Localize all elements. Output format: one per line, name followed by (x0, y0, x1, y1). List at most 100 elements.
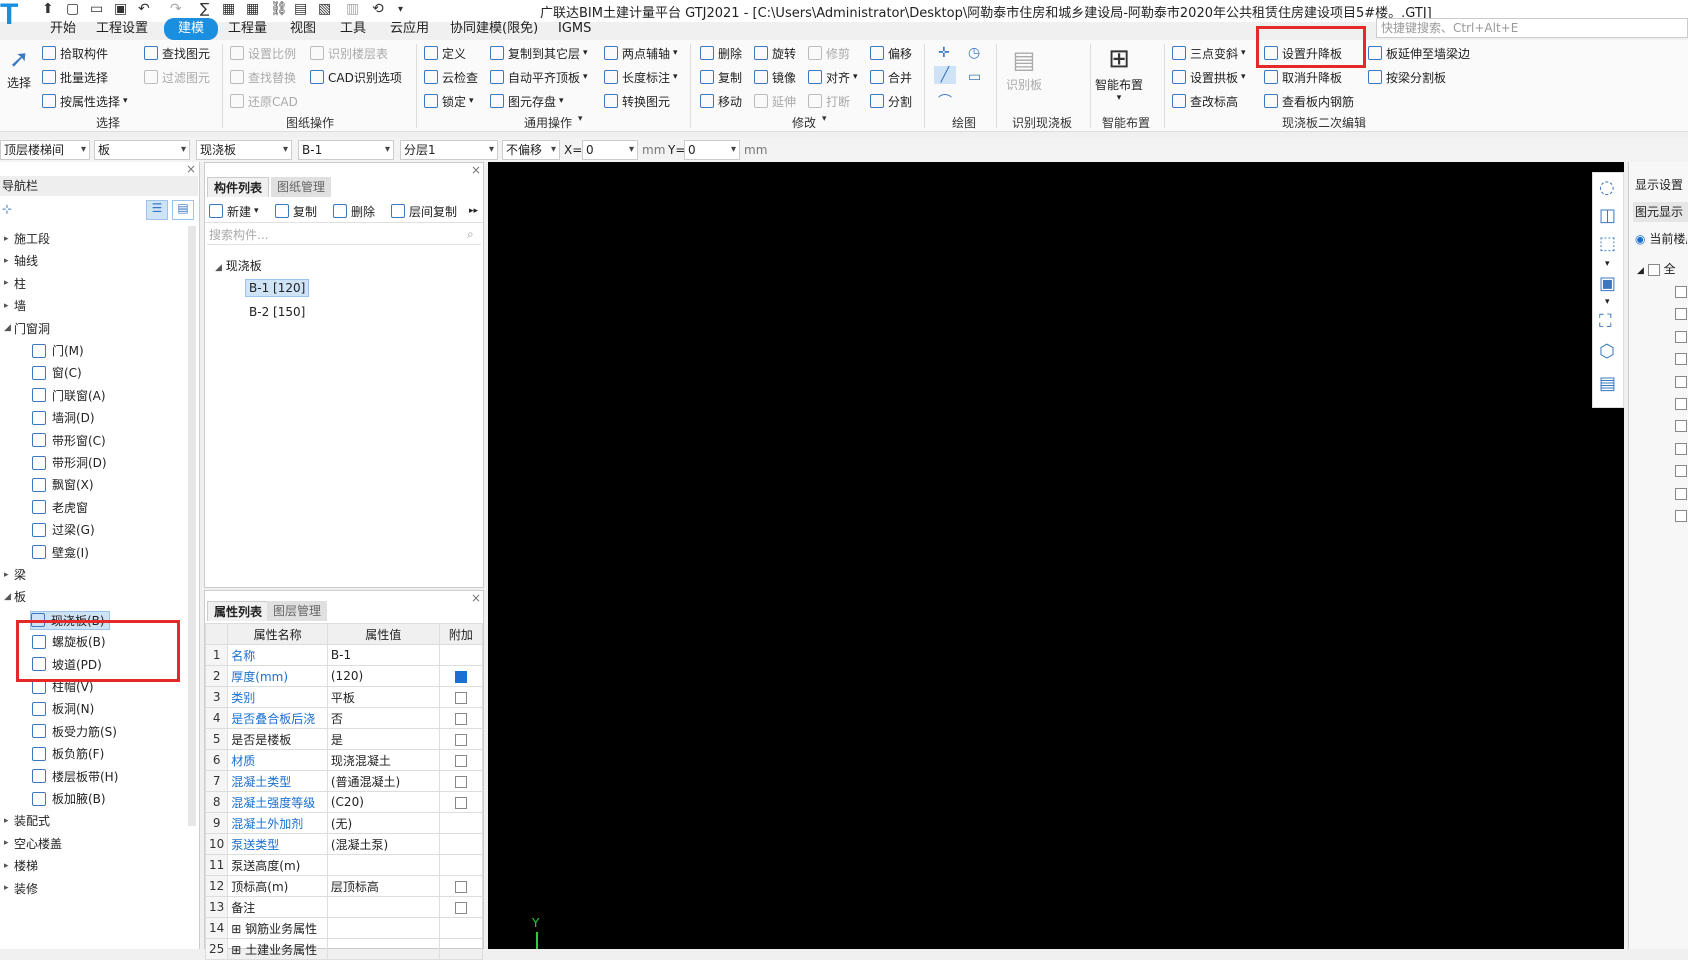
component-search-input[interactable]: 搜索构件... (207, 225, 481, 245)
trim-button[interactable]: 修剪 (808, 44, 850, 62)
nav-scrollbar[interactable] (188, 226, 196, 826)
component-item-b1[interactable]: B-1 [120] (245, 279, 310, 297)
convert-element-button[interactable]: 转换图元 (604, 92, 670, 110)
cancel-raise-lower-button[interactable]: 取消升降板 (1264, 68, 1342, 86)
checkbox-icon[interactable] (1675, 420, 1687, 433)
chevron-right-icon[interactable]: ▸ (4, 256, 14, 266)
restore-cad-button[interactable]: 还原CAD (230, 92, 298, 110)
3d-view-icon[interactable]: ◫ (1599, 205, 1616, 226)
property-value[interactable]: (120) (326, 665, 440, 687)
nav-item[interactable]: 过梁(G) (32, 521, 95, 538)
tab-element-display[interactable]: 图元显示 (1633, 202, 1688, 222)
checkbox-icon[interactable] (454, 796, 467, 809)
find-element-button[interactable]: 查找图元 (144, 44, 210, 62)
settings-list-icon[interactable]: ▤ (1599, 373, 1616, 394)
drawing-canvas[interactable]: Y (488, 162, 1624, 949)
circle-draw-icon[interactable]: ◷ (968, 44, 980, 62)
mirror-button[interactable]: 镜像 (754, 68, 796, 86)
checkbox-icon[interactable] (454, 733, 467, 746)
pick-component-button[interactable]: 拾取构件 (42, 44, 108, 62)
close-icon[interactable]: × (471, 163, 481, 177)
property-value[interactable] (326, 896, 440, 918)
shortcut-search-input[interactable]: 快捷键搜索、Ctrl+Alt+E (1376, 18, 1688, 38)
merge-button[interactable]: 合并 (870, 68, 912, 86)
tab-property-list[interactable]: 属性列表 (207, 601, 270, 621)
smart-layout-button[interactable]: ⊞ 智能布置 ▾ (1094, 42, 1144, 103)
floor-select[interactable]: 顶层楼梯间 (0, 140, 90, 160)
grid-icon[interactable]: ▦ (222, 1, 235, 17)
property-value[interactable] (326, 854, 440, 876)
arc-draw-icon[interactable]: ⌒ (938, 92, 952, 110)
chevron-down-icon[interactable]: ▾ (578, 114, 583, 124)
checkbox-icon[interactable] (1675, 286, 1687, 298)
property-value[interactable]: (C20) (326, 791, 440, 813)
checkbox-icon[interactable] (1675, 308, 1687, 321)
rotate-button[interactable]: 旋转 (754, 44, 796, 62)
expand-icon[interactable]: ⊞ (231, 922, 245, 936)
fit-screen-icon[interactable]: ⛶ (1599, 311, 1612, 332)
checkbox-icon[interactable] (1675, 510, 1687, 522)
search-icon[interactable]: ⌕ (467, 227, 474, 242)
checkbox-icon[interactable] (454, 691, 467, 704)
layer-copy-button[interactable]: 层间复制 (391, 202, 457, 220)
checkbox-icon[interactable] (1675, 442, 1687, 455)
folder-icon[interactable]: ▭ (90, 1, 103, 17)
nav-item[interactable]: 门(M) (32, 342, 84, 359)
checkbox-icon[interactable] (454, 670, 467, 683)
expand-icon[interactable]: ⊞ (231, 943, 245, 957)
tab-collab[interactable]: 协同建模(限免) (450, 18, 538, 40)
cad-options-button[interactable]: CAD识别选项 (310, 68, 402, 86)
two-point-axis-button[interactable]: 两点辅轴 ▾ (604, 44, 678, 62)
slab-extend-button[interactable]: 板延伸至墙梁边 (1368, 44, 1470, 62)
property-value[interactable]: (混凝土泵) (326, 833, 440, 855)
chevron-right-icon[interactable]: ▸ (4, 301, 14, 311)
cloud-check-button[interactable]: 云检查 (424, 68, 478, 86)
nav-item[interactable]: ◢ 板 (4, 588, 26, 605)
open-icon[interactable]: ⬆ (42, 1, 54, 17)
copy-button[interactable]: 复制 (700, 68, 742, 86)
nav-item[interactable]: 门联窗(A) (32, 387, 106, 404)
align-button[interactable]: 对齐 ▾ (808, 68, 858, 86)
more-icon[interactable]: ▸▸ (469, 202, 478, 220)
set-arch-slab-button[interactable]: 设置拱板 ▾ (1172, 68, 1246, 86)
checkbox-icon[interactable] (1675, 330, 1687, 343)
table-row[interactable]: 5 是否是楼板 是 (204, 728, 484, 750)
table-row[interactable]: 3 类别 平板 (204, 686, 484, 708)
break-button[interactable]: 打断 (808, 92, 850, 110)
property-value[interactable] (326, 917, 440, 939)
y-input[interactable]: 0 (684, 140, 740, 160)
layers-icon[interactable]: ▤ (294, 1, 307, 17)
property-value[interactable]: 层顶标高 (326, 875, 440, 897)
select-by-attr-button[interactable]: 按属性选择 ▾ (42, 92, 128, 110)
tab-modeling[interactable]: 建模 (164, 18, 219, 40)
chevron-down-icon[interactable]: ◢ (4, 592, 14, 602)
element-save-button[interactable]: 图元存盘 ▾ (490, 92, 564, 110)
offset-select[interactable]: 不偏移 (502, 140, 560, 160)
find-replace-button[interactable]: 查找替换 (230, 68, 296, 86)
nav-item[interactable]: 带形洞(D) (32, 454, 107, 471)
list-view-icon[interactable]: ☰ (146, 200, 168, 220)
nav-item[interactable]: 板加腋(B) (32, 790, 106, 807)
identify-slab-button[interactable]: ▤ 识别板 (1004, 44, 1044, 93)
chevron-down-icon[interactable]: ▾ (1605, 259, 1610, 269)
checkbox-icon[interactable] (454, 775, 467, 788)
tab-layer-manage[interactable]: 图层管理 (267, 601, 328, 621)
lock-button[interactable]: 锁定 ▾ (424, 92, 474, 110)
nav-item[interactable]: 板受力筋(S) (32, 723, 117, 740)
nav-item[interactable]: ▸ 空心楼盖 (4, 835, 62, 852)
category-select[interactable]: 板 (94, 140, 190, 160)
nav-item[interactable]: 带形窗(C) (32, 432, 106, 449)
nav-item[interactable]: ▸ 轴线 (4, 252, 38, 269)
chevron-right-icon[interactable]: ▸ (4, 278, 14, 288)
chevron-right-icon[interactable]: ▸ (4, 838, 14, 848)
checkbox-icon[interactable] (1675, 465, 1687, 478)
nav-item[interactable]: ▸ 装配式 (4, 812, 50, 829)
set-scale-button[interactable]: 设置比例 (230, 44, 296, 62)
link-icon[interactable]: ⛓ (270, 1, 288, 17)
nav-item[interactable]: 板负筋(F) (32, 745, 104, 762)
chevron-right-icon[interactable]: ▸ (4, 816, 14, 826)
component-item-b2[interactable]: B-2 [150] (249, 305, 305, 319)
auto-align-top-button[interactable]: 自动平齐顶板 ▾ (490, 68, 588, 86)
detail-view-icon[interactable]: ▤ (172, 200, 194, 220)
pin-icon[interactable]: ⊹ (2, 202, 12, 216)
